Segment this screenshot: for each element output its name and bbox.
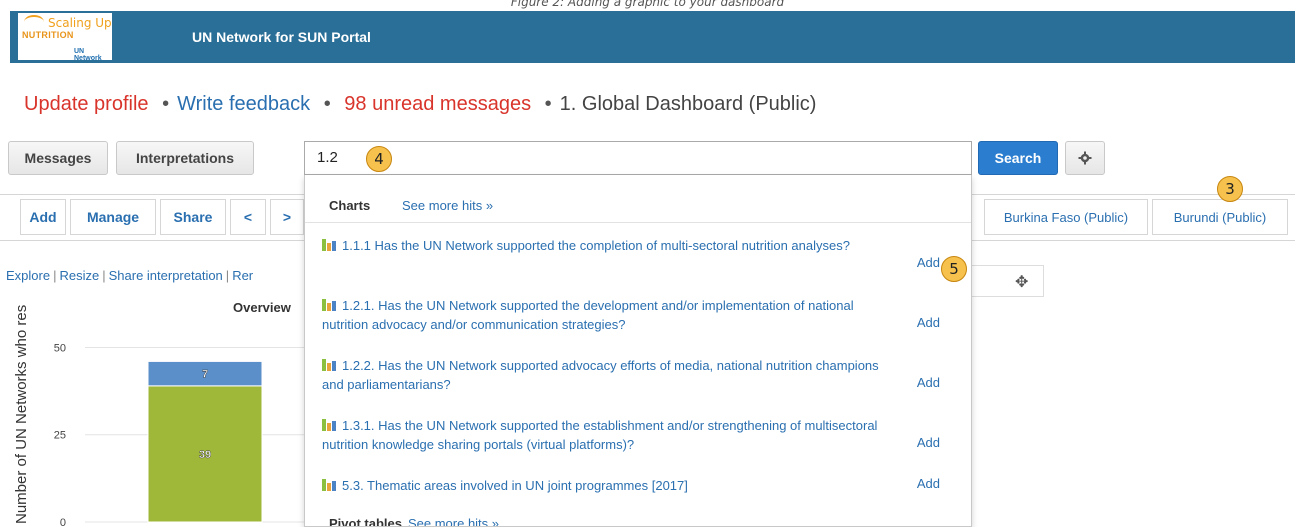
search-input[interactable]: 1.2: [304, 141, 972, 175]
tab-burkina-faso[interactable]: Burkina Faso (Public): [984, 199, 1148, 235]
search-button[interactable]: Search: [978, 141, 1058, 175]
bar-data-label: 7: [202, 369, 208, 381]
profile-links: Update profile • Write feedback • 98 unre…: [24, 93, 816, 116]
search-result-item[interactable]: 1.2.2. Has the UN Network supported advo…: [322, 350, 962, 408]
add-result-link[interactable]: Add: [917, 375, 940, 390]
widget-panel-edge: [972, 265, 1044, 297]
add-result-link[interactable]: Add: [917, 315, 940, 330]
callout-marker-4: 4: [366, 146, 392, 172]
sun-logo[interactable]: Scaling Up NUTRITION UN Network: [18, 13, 112, 62]
search-result-title[interactable]: 1.2.2. Has the UN Network supported advo…: [322, 358, 879, 392]
share-button[interactable]: Share: [160, 199, 226, 235]
tab-burundi[interactable]: Burundi (Public): [1152, 199, 1288, 235]
bar-chart-icon: [322, 299, 336, 311]
next-button[interactable]: >: [270, 199, 304, 235]
truncated-link[interactable]: Rer: [232, 268, 253, 283]
bullet-separator: •: [544, 93, 552, 115]
link-separator: |: [53, 268, 57, 283]
link-separator: |: [102, 268, 106, 283]
y-tick-label: 25: [54, 430, 66, 442]
search-result-item[interactable]: 1.3.1. Has the UN Network supported the …: [322, 410, 962, 468]
gear-icon: [1078, 151, 1092, 165]
chart-title: Overview: [233, 300, 291, 315]
bar-chart-icon: [322, 479, 336, 491]
search-result-link[interactable]: 1.2.1. Has the UN Network supported the …: [322, 296, 882, 334]
share-interpretation-link[interactable]: Share interpretation: [109, 268, 223, 283]
messages-button[interactable]: Messages: [8, 141, 108, 175]
add-result-link[interactable]: Add: [917, 255, 940, 270]
prev-button[interactable]: <: [230, 199, 266, 235]
search-result-link[interactable]: 5.3. Thematic areas involved in UN joint…: [322, 476, 882, 495]
search-result-title[interactable]: 1.1.1 Has the UN Network supported the c…: [342, 238, 850, 253]
logo-line3: UN Network: [74, 48, 102, 62]
settings-button[interactable]: [1065, 141, 1105, 175]
resize-link[interactable]: Resize: [59, 268, 99, 283]
bar-chart-icon: [322, 359, 336, 371]
update-profile-link[interactable]: Update profile: [24, 93, 149, 115]
callout-marker-5: 5: [941, 256, 967, 282]
charts-heading: Charts: [329, 198, 371, 213]
write-feedback-link[interactable]: Write feedback: [177, 93, 310, 115]
see-more-charts-link[interactable]: See more hits »: [402, 198, 493, 213]
search-result-title[interactable]: 1.3.1. Has the UN Network supported the …: [322, 418, 877, 452]
search-result-title[interactable]: 5.3. Thematic areas involved in UN joint…: [342, 478, 688, 493]
bar-chart-icon: [322, 419, 336, 431]
search-result-link[interactable]: 1.2.2. Has the UN Network supported advo…: [322, 356, 882, 394]
see-more-pivot-link[interactable]: See more hits »: [408, 516, 499, 526]
logo-line2: NUTRITION: [22, 30, 74, 40]
unread-messages-link[interactable]: 98 unread messages: [344, 93, 531, 115]
add-button[interactable]: Add: [20, 199, 66, 235]
bullet-separator: •: [162, 93, 170, 115]
manage-button[interactable]: Manage: [70, 199, 156, 235]
callout-marker-3: 3: [1217, 176, 1243, 202]
bullet-separator: •: [323, 93, 331, 115]
search-result-item[interactable]: 1.2.1. Has the UN Network supported the …: [322, 290, 962, 348]
bar-chart-icon: [322, 239, 336, 251]
y-tick-label: 50: [54, 342, 66, 354]
app-title: UN Network for SUN Portal: [192, 29, 371, 45]
bar-data-label: 39: [199, 449, 211, 461]
add-result-link[interactable]: Add: [917, 435, 940, 450]
search-result-item[interactable]: 1.1.1 Has the UN Network supported the c…: [322, 230, 962, 288]
app-header: Scaling Up NUTRITION UN Network UN Netwo…: [10, 11, 1295, 63]
add-result-link[interactable]: Add: [917, 476, 940, 491]
move-icon[interactable]: ✥: [1015, 272, 1028, 292]
overview-chart: Number of UN Networks who res 0 25 50 39 7: [13, 305, 310, 527]
charts-section-header: Charts See more hits »: [305, 175, 971, 223]
widget-actions: Explore | Resize | Share interpretation | Rer: [6, 268, 253, 283]
search-results-dropdown: Charts See more hits » 1.1.1 Has the UN …: [304, 175, 972, 527]
sun-rays-icon: [24, 15, 44, 29]
search-result-link[interactable]: 1.1.1 Has the UN Network supported the c…: [322, 236, 882, 255]
search-result-title[interactable]: 1.2.1. Has the UN Network supported the …: [322, 298, 854, 332]
search-result-link[interactable]: 1.3.1. Has the UN Network supported the …: [322, 416, 882, 454]
interpretations-button[interactable]: Interpretations: [116, 141, 254, 175]
dashboard-name[interactable]: 1. Global Dashboard (Public): [560, 93, 817, 115]
y-axis-label: Number of UN Networks who res: [13, 305, 30, 524]
explore-link[interactable]: Explore: [6, 268, 50, 283]
pivot-heading: Pivot tables: [329, 516, 402, 527]
logo-line1: Scaling Up: [48, 16, 112, 30]
link-separator: |: [225, 268, 230, 283]
pivot-section-header: Pivot tables See more hits »: [329, 516, 499, 527]
y-tick-label: 0: [60, 517, 66, 527]
